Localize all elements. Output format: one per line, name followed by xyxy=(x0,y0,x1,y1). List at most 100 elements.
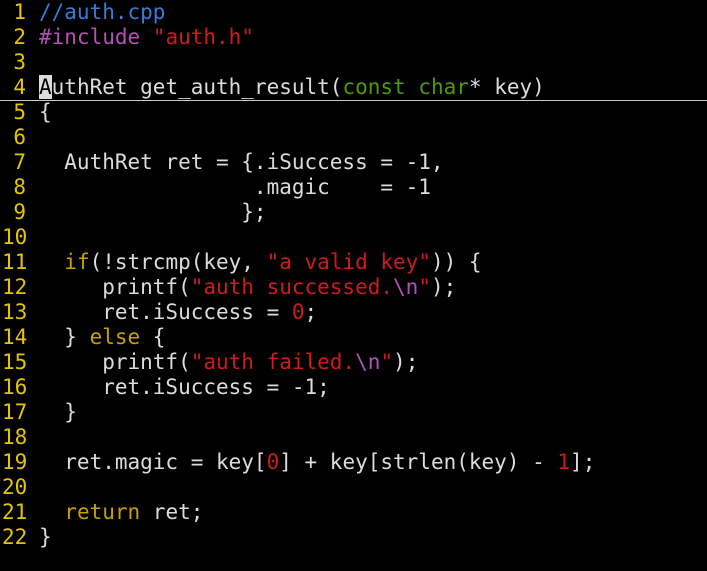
code-line[interactable]: 6 xyxy=(0,125,707,150)
line-number: 7 xyxy=(13,150,26,174)
code-token: }; xyxy=(39,200,267,224)
code-line[interactable]: 17 } xyxy=(0,400,707,425)
code-line[interactable]: 11 if(!strcmp(key, "a valid key")) { xyxy=(0,250,707,275)
code-token: } xyxy=(39,525,52,549)
code-line[interactable]: 9 }; xyxy=(0,200,707,225)
line-code[interactable]: }; xyxy=(39,200,267,225)
code-token: .magic = -1 xyxy=(39,175,431,199)
text-cursor: A xyxy=(39,75,52,99)
line-number: 13 xyxy=(2,300,28,324)
code-line[interactable]: 5{ xyxy=(0,100,707,125)
code-token: * key) xyxy=(468,75,545,99)
code-token: return xyxy=(64,500,141,524)
line-number: 15 xyxy=(2,350,28,374)
code-token: ); xyxy=(430,275,457,299)
code-token: 1 xyxy=(557,450,571,474)
cursor-line[interactable]: 4 AuthRet get_auth_result(const char* key… xyxy=(0,75,707,101)
line-number: 4 xyxy=(13,75,26,99)
line-code[interactable]: } else { xyxy=(39,325,165,350)
code-token: const xyxy=(342,75,406,99)
line-code[interactable]: if(!strcmp(key, "a valid key")) { xyxy=(39,250,482,275)
line-code[interactable]: AuthRet get_auth_result(const char* key) xyxy=(39,75,545,100)
line-number: 10 xyxy=(2,225,28,249)
line-number: 1 xyxy=(13,0,26,24)
line-number: 19 xyxy=(2,450,28,474)
code-line[interactable]: 8 .magic = -1 xyxy=(0,175,707,200)
code-line[interactable]: 20 xyxy=(0,475,707,500)
code-token: ); xyxy=(393,350,419,374)
code-line[interactable]: 10 xyxy=(0,225,707,250)
line-code[interactable]: ret.iSuccess = 0; xyxy=(39,300,317,325)
line-number: 20 xyxy=(2,475,28,499)
code-line[interactable]: 21 return ret; xyxy=(0,500,707,525)
line-number: 17 xyxy=(2,400,28,424)
line-code[interactable]: ret.magic = key[0] + key[strlen(key) - 1… xyxy=(39,450,595,475)
code-line[interactable]: 2 #include "auth.h" xyxy=(0,25,707,50)
code-token: { xyxy=(140,325,166,349)
code-line[interactable]: 22} xyxy=(0,525,707,550)
line-code[interactable]: //auth.cpp xyxy=(39,0,165,25)
code-line[interactable]: 12 printf("auth successed.\n"); xyxy=(0,275,707,300)
line-number: 9 xyxy=(13,200,26,224)
code-line[interactable]: 7 AuthRet ret = {.iSuccess = -1, xyxy=(0,150,707,175)
line-number: 11 xyxy=(2,250,28,274)
line-code[interactable]: .magic = -1 xyxy=(39,175,431,200)
code-token: printf( xyxy=(39,350,191,374)
code-token: } xyxy=(39,325,90,349)
line-code[interactable]: } xyxy=(39,525,52,550)
code-token: { xyxy=(39,100,52,124)
line-code[interactable]: AuthRet ret = {.iSuccess = -1, xyxy=(39,150,444,175)
line-code[interactable]: #include "auth.h" xyxy=(39,25,254,50)
line-code[interactable]: printf("auth successed.\n"); xyxy=(39,275,456,300)
code-line[interactable]: 13 ret.iSuccess = 0; xyxy=(0,300,707,325)
line-code[interactable]: } xyxy=(39,400,77,425)
code-token: ret; xyxy=(140,500,204,524)
code-token: ]; xyxy=(570,450,596,474)
code-token: } xyxy=(39,400,77,424)
code-editor[interactable]: 1//auth.cpp 2 #include "auth.h" 3 4 AuthRet g… xyxy=(0,0,707,571)
line-number: 16 xyxy=(2,375,28,399)
code-token: " xyxy=(380,350,394,374)
line-code[interactable]: ret.iSuccess = -1; xyxy=(39,375,330,400)
code-token: if xyxy=(64,250,90,274)
line-number: 3 xyxy=(13,50,26,74)
code-token: printf( xyxy=(39,275,191,299)
code-token: AuthRet ret = {.iSuccess = -1, xyxy=(39,150,444,174)
line-number: 2 xyxy=(13,25,26,49)
line-number: 12 xyxy=(2,275,28,299)
code-token: \n xyxy=(393,275,419,299)
code-token: #include xyxy=(39,25,153,49)
code-token: ] + key[strlen(key) - xyxy=(279,450,558,474)
line-number: 18 xyxy=(2,425,28,449)
code-token: 0 xyxy=(291,300,305,324)
code-token: "auth successed. xyxy=(190,275,394,299)
code-token: char xyxy=(418,75,469,99)
code-line[interactable]: 14 } else { xyxy=(0,325,707,350)
code-token: "auth failed. xyxy=(190,350,356,374)
code-line[interactable]: 19 ret.magic = key[0] + key[strlen(key) … xyxy=(0,450,707,475)
code-token: ; xyxy=(304,300,318,324)
line-code[interactable]: printf("auth failed.\n"); xyxy=(39,350,418,375)
line-number: 8 xyxy=(13,175,26,199)
code-token: ret.iSuccess = xyxy=(39,300,292,324)
code-token: ret.iSuccess = -1; xyxy=(39,375,330,399)
code-line[interactable]: 3 xyxy=(0,50,707,75)
line-code[interactable]: { xyxy=(39,100,52,125)
code-token: "a valid key" xyxy=(266,250,431,274)
code-token: (!strcmp(key, xyxy=(89,250,267,274)
code-line[interactable]: 1 //auth.cpp xyxy=(0,0,707,25)
code-token: uthRet get_auth_result( xyxy=(51,75,343,99)
line-code[interactable]: return ret; xyxy=(39,500,203,525)
code-line[interactable]: 16 ret.iSuccess = -1; xyxy=(0,375,707,400)
code-token: 0 xyxy=(266,450,280,474)
code-token: )) { xyxy=(430,250,482,274)
line-number: 14 xyxy=(2,325,28,349)
code-line[interactable]: 15 printf("auth failed.\n"); xyxy=(0,350,707,375)
line-number: 21 xyxy=(2,500,28,524)
code-line[interactable]: 18 xyxy=(0,425,707,450)
code-token: " xyxy=(418,275,431,299)
code-token: \n xyxy=(355,350,381,374)
